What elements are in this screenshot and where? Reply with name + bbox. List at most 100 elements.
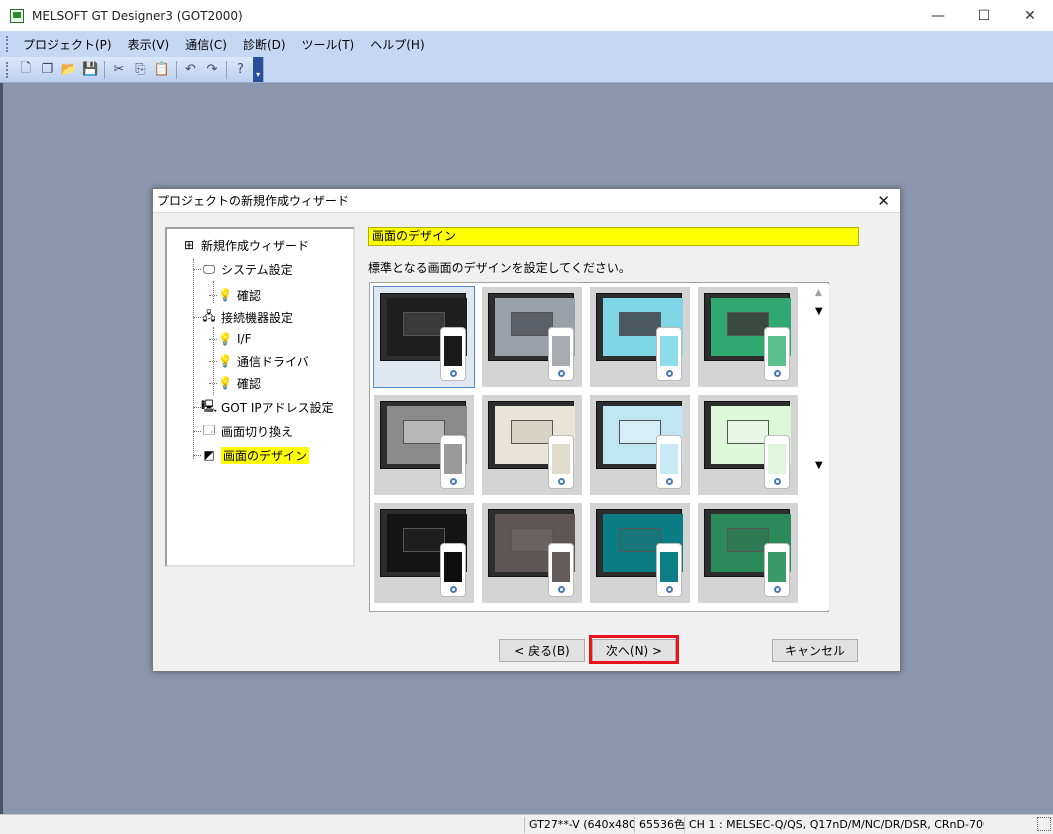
- back-button[interactable]: < 戻る(B): [499, 639, 585, 662]
- paste-icon[interactable]: 📋: [152, 60, 172, 80]
- window-title: MELSOFT GT Designer3 (GOT2000): [32, 8, 243, 23]
- menu-tools[interactable]: ツール(T): [294, 36, 363, 53]
- tree-item[interactable]: 💡 I/F: [209, 329, 252, 349]
- standard-toolbar: 🗋 ❐ 📂 💾 ✂ ⎘ 📋 ↶ ↷? ▾: [0, 57, 264, 82]
- phone-preview-icon: [656, 327, 682, 381]
- new-project-icon[interactable]: ❐: [38, 60, 58, 80]
- tree-item[interactable]: 🖳 GOT IPアドレス設定: [193, 397, 334, 417]
- design-thumbnail[interactable]: [698, 503, 798, 603]
- status-model: GT27**-V (640x480): [524, 817, 634, 833]
- design-thumbnail[interactable]: [374, 395, 474, 495]
- tree-item-label: 通信ドライバ: [237, 354, 309, 369]
- design-thumbnail[interactable]: [374, 503, 474, 603]
- tree-item-label: 画面切り換え: [221, 424, 294, 439]
- cancel-button[interactable]: キャンセル: [772, 639, 858, 662]
- tree-item-label: 接続機器設定: [221, 310, 294, 325]
- design-thumbnail[interactable]: [482, 395, 582, 495]
- tree-item-label: 新規作成ウィザード: [201, 238, 310, 253]
- phone-preview-icon: [656, 435, 682, 489]
- tree-connector: [193, 431, 201, 432]
- copy-icon[interactable]: ⎘: [131, 60, 151, 80]
- window-controls: — ☐ ✕: [915, 0, 1053, 31]
- close-button[interactable]: ✕: [1007, 0, 1053, 31]
- toolbar-grip-icon: [6, 61, 9, 78]
- phone-preview-icon: [440, 435, 466, 489]
- design-thumbnail[interactable]: [698, 287, 798, 387]
- status-colors: 65536色: [634, 817, 684, 833]
- tree-item[interactable]: ◩ 画面のデザイン: [193, 445, 310, 465]
- toolbar-separator: [175, 60, 177, 79]
- phone-preview-icon: [764, 435, 790, 489]
- design-thumbnail[interactable]: [482, 287, 582, 387]
- connection-icon: 🖧: [202, 308, 216, 323]
- bulb-icon: 💡: [217, 288, 233, 302]
- design-thumbnail[interactable]: [373, 286, 475, 388]
- next-button-highlight: [589, 635, 679, 664]
- menu-help[interactable]: ヘルプ(H): [362, 36, 432, 53]
- cut-icon[interactable]: ✂: [109, 60, 129, 80]
- phone-preview-icon: [656, 543, 682, 597]
- dialog-title: プロジェクトの新規作成ウィザード: [157, 194, 350, 208]
- menu-project[interactable]: プロジェクト(P): [15, 36, 120, 53]
- design-icon: ◩: [203, 448, 215, 462]
- new-file-icon[interactable]: 🗋: [16, 60, 36, 80]
- menu-diagnostics[interactable]: 診断(D): [235, 36, 294, 53]
- design-thumbnail[interactable]: [590, 503, 690, 603]
- tree-item-label: システム設定: [221, 262, 293, 277]
- tree-connector: [193, 317, 201, 318]
- save-icon[interactable]: 💾: [81, 60, 101, 80]
- system-icon: 🖵: [203, 261, 215, 276]
- design-list: ▲ ▼ ▼: [369, 282, 829, 612]
- phone-preview-icon: [548, 435, 574, 489]
- menu-bar: プロジェクト(P) 表示(V) 通信(C) 診断(D) ツール(T) ヘルプ(H…: [0, 31, 1053, 57]
- design-thumbnail[interactable]: [482, 503, 582, 603]
- open-folder-icon[interactable]: 📂: [59, 60, 79, 80]
- instruction-text: 標準となる画面のデザインを設定してください。: [368, 261, 631, 275]
- tree-item[interactable]: 🗔 画面切り換え: [193, 421, 294, 441]
- phone-preview-icon: [440, 327, 466, 381]
- phone-preview-icon: [764, 327, 790, 381]
- tree-item-label: I/F: [237, 332, 252, 346]
- tree-connector: [209, 295, 217, 296]
- phone-preview-icon: [440, 543, 466, 597]
- dialog-title-bar: プロジェクトの新規作成ウィザード: [153, 189, 900, 213]
- toolbar-overflow-icon[interactable]: ▾: [253, 57, 264, 82]
- network-icon: 🖳: [201, 398, 218, 413]
- menu-view[interactable]: 表示(V): [120, 36, 178, 53]
- tree-connector: [193, 407, 201, 408]
- menu-communication[interactable]: 通信(C): [177, 36, 235, 53]
- design-list-scrollbar[interactable]: ▲ ▼ ▼: [811, 284, 829, 610]
- phone-preview-icon: [548, 543, 574, 597]
- dialog-close-icon[interactable]: ✕: [877, 192, 890, 210]
- redo-icon[interactable]: ↷: [202, 60, 222, 80]
- design-thumbnail[interactable]: [590, 287, 690, 387]
- tree-connector: [213, 281, 214, 303]
- tree-item[interactable]: 💡 確認: [209, 285, 262, 305]
- design-thumbnail[interactable]: [698, 395, 798, 495]
- tree-item-label: 確認: [237, 376, 262, 391]
- tree-item[interactable]: 🖧 接続機器設定: [193, 307, 294, 327]
- scroll-page-down-icon[interactable]: ▼: [815, 460, 823, 471]
- maximize-button[interactable]: ☐: [961, 0, 1007, 31]
- resize-grip-icon[interactable]: [1037, 817, 1051, 831]
- status-channel: CH 1 : MELSEC-Q/QS, Q17nD/M/NC/DR/DSR, C…: [684, 817, 984, 833]
- tree-item[interactable]: 💡 確認: [209, 373, 262, 393]
- tree-item-label: 画面のデザイン: [221, 446, 310, 464]
- undo-icon[interactable]: ↶: [181, 60, 201, 80]
- tree-item-label: 確認: [237, 288, 262, 303]
- tree-item[interactable]: ⊞ 新規作成ウィザード: [181, 235, 309, 255]
- wizard-icon: ⊞: [183, 238, 195, 252]
- scroll-up-icon[interactable]: ▲: [815, 288, 822, 298]
- toolbar-separator: [225, 60, 227, 79]
- scroll-down-icon[interactable]: ▼: [815, 306, 823, 317]
- help-icon[interactable]: ?: [231, 60, 251, 80]
- toolbar-separator: [104, 60, 106, 79]
- title-bar: MELSOFT GT Designer3 (GOT2000) — ☐ ✕: [0, 0, 1053, 31]
- tree-item[interactable]: 🖵 システム設定: [193, 259, 293, 279]
- design-thumbnail[interactable]: [590, 395, 690, 495]
- tree-connector: [209, 361, 217, 362]
- toolbar: 🗋 ❐ 📂 💾 ✂ ⎘ 📋 ↶ ↷? ▾: [0, 57, 1053, 83]
- phone-preview-icon: [764, 543, 790, 597]
- minimize-button[interactable]: —: [915, 0, 961, 31]
- tree-item[interactable]: 💡 通信ドライバ: [209, 351, 309, 371]
